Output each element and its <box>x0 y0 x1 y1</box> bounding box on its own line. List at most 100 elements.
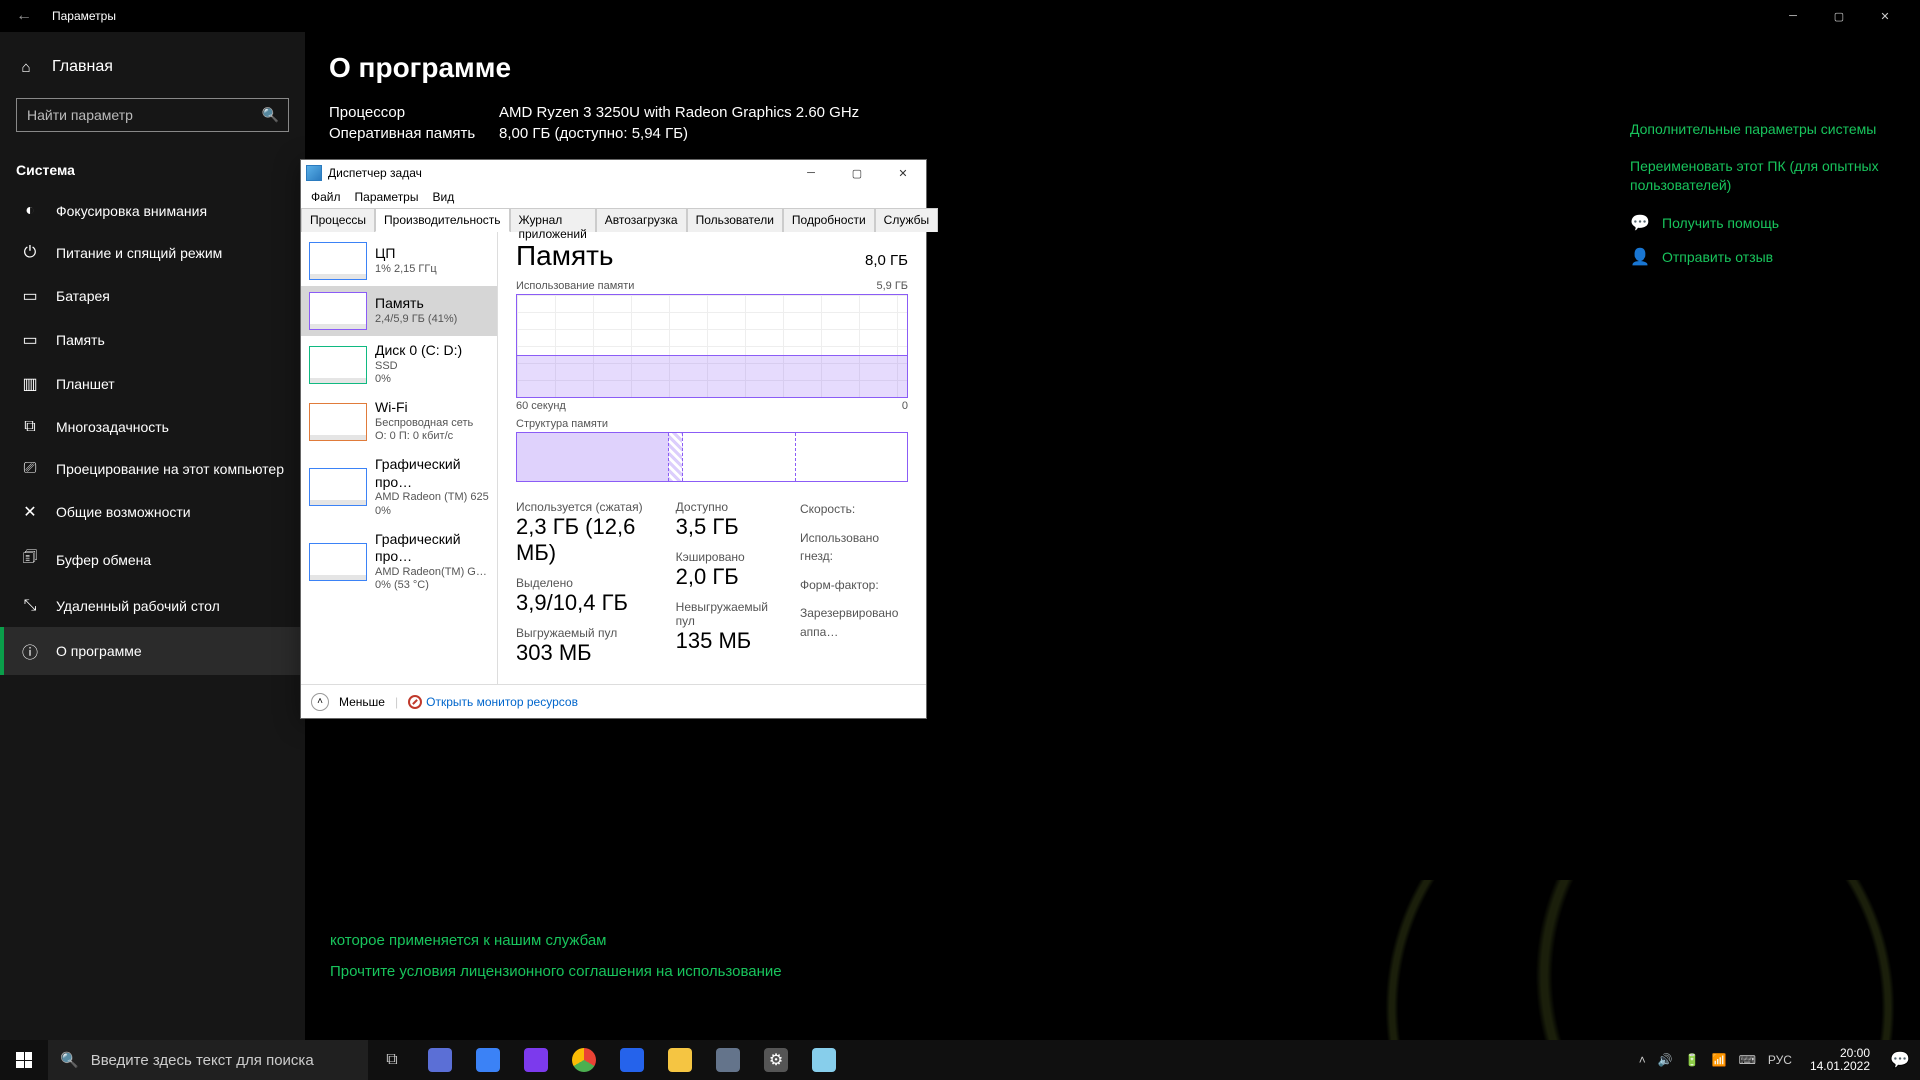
start-button[interactable] <box>0 1040 48 1080</box>
sidebar-item-3[interactable]: ▭Память <box>0 318 305 362</box>
tray-battery-icon[interactable]: 🔋 <box>1685 1053 1700 1067</box>
sidebar-home[interactable]: ⌂ Главная <box>0 48 305 86</box>
license-line-2[interactable]: Прочтите условия лицензионного соглашени… <box>330 963 782 980</box>
sidebar-icon: ⤡ <box>20 597 40 615</box>
sidebar-icon: 🗊 <box>20 546 40 573</box>
link-rename-pc[interactable]: Переименовать этот ПК (для опытных польз… <box>1630 157 1880 195</box>
mini-graph-icon <box>309 242 367 280</box>
sidebar-item-label: Питание и спящий режим <box>56 245 222 261</box>
tm-resource-disk-2[interactable]: Диск 0 (C: D:)SSD0% <box>301 336 497 393</box>
tm-tab-4[interactable]: Пользователи <box>687 208 783 232</box>
sidebar-item-label: Многозадачность <box>56 419 169 435</box>
tm-tab-5[interactable]: Подробности <box>783 208 875 232</box>
stat-reserved-label: Зарезервировано аппа… <box>800 604 908 641</box>
resource-name: Графический про… <box>375 456 489 491</box>
taskbar-app-chrome[interactable] <box>560 1040 608 1080</box>
tm-resource-mem-1[interactable]: Память2,4/5,9 ГБ (41%) <box>301 286 497 336</box>
tm-minimize-button[interactable]: ─ <box>788 160 834 186</box>
tray-language[interactable]: РУС <box>1768 1053 1792 1067</box>
mini-graph-icon <box>309 403 367 441</box>
minimize-button[interactable]: ─ <box>1770 0 1816 32</box>
tm-menu-options[interactable]: Параметры <box>355 190 419 204</box>
tm-collapse-button[interactable]: ˄ <box>311 693 329 711</box>
task-manager-window: Диспетчер задач ─ ▢ ✕ Файл Параметры Вид… <box>300 159 927 719</box>
tm-menu-view[interactable]: Вид <box>432 190 454 204</box>
stat-form-label: Форм-фактор: <box>800 576 908 595</box>
sidebar-item-8[interactable]: 🗊Буфер обмена <box>0 534 305 585</box>
sidebar-item-1[interactable]: ⏻Питание и спящий режим <box>0 232 305 274</box>
license-line-1[interactable]: которое применяется к нашим службам <box>330 932 782 949</box>
taskbar-app-taskmgr[interactable] <box>704 1040 752 1080</box>
sidebar-item-6[interactable]: ⎚Проецирование на этот компьютер <box>0 448 305 490</box>
taskbar-app-explorer[interactable] <box>656 1040 704 1080</box>
tm-tab-3[interactable]: Автозагрузка <box>596 208 687 232</box>
tm-resource-gpu-5[interactable]: Графический про…AMD Radeon(TM) Grap…0% (… <box>301 525 497 600</box>
sidebar-icon: ⧉ <box>20 418 40 436</box>
tm-resource-gpu-4[interactable]: Графический про…AMD Radeon (TM) 6250% <box>301 450 497 525</box>
taskbar-app-photos[interactable] <box>800 1040 848 1080</box>
stat-inuse-label: Используется (сжатая) <box>516 500 644 514</box>
sidebar-category: Система <box>0 150 305 190</box>
tm-open-resmon[interactable]: Открыть монитор ресурсов <box>408 695 578 709</box>
tray-network-icon[interactable]: 📶 <box>1712 1053 1727 1067</box>
stat-cached-value: 2,0 ГБ <box>676 564 768 590</box>
stat-speed-label: Скорость: <box>800 500 908 519</box>
home-icon: ⌂ <box>16 59 36 76</box>
back-button[interactable]: ← <box>12 4 36 28</box>
sidebar-item-9[interactable]: ⤡Удаленный рабочий стол <box>0 585 305 627</box>
action-center-button[interactable]: 💬 <box>1880 1050 1920 1070</box>
taskbar-app-store[interactable] <box>608 1040 656 1080</box>
tm-tab-6[interactable]: Службы <box>875 208 938 232</box>
sidebar-item-5[interactable]: ⧉ Многозадачность <box>0 406 305 448</box>
mini-graph-icon <box>309 468 367 506</box>
mem-axis-right: 0 <box>902 400 908 412</box>
clock-date: 14.01.2022 <box>1810 1060 1870 1073</box>
sidebar-item-10[interactable]: ⓘО программе <box>0 627 305 675</box>
settings-title: Параметры <box>52 9 116 23</box>
tm-resource-wifi-3[interactable]: Wi-FiБеспроводная сетьО: 0 П: 0 кбит/с <box>301 393 497 450</box>
tm-tab-0[interactable]: Процессы <box>301 208 375 232</box>
tm-tab-2[interactable]: Журнал приложений <box>510 208 596 232</box>
search-input[interactable] <box>16 98 289 132</box>
taskbar-search-placeholder: Введите здесь текст для поиска <box>91 1052 314 1069</box>
settings-window: ← Параметры ─ ▢ ✕ ⌂ Главная 🔍 Система ◐Ф… <box>0 0 1920 1080</box>
tm-tab-1[interactable]: Производительность <box>375 208 509 232</box>
tray-volume-icon[interactable]: 🔊 <box>1658 1053 1673 1067</box>
maximize-button[interactable]: ▢ <box>1816 0 1862 32</box>
tm-menu-file[interactable]: Файл <box>311 190 341 204</box>
tm-less-label[interactable]: Меньше <box>339 695 385 709</box>
spec-cpu-label: Процессор <box>329 104 499 121</box>
tm-resource-cpu-0[interactable]: ЦП1% 2,15 ГГц <box>301 236 497 286</box>
taskbar-app-3[interactable] <box>512 1040 560 1080</box>
taskbar-search[interactable]: 🔍 Введите здесь текст для поиска <box>48 1040 368 1080</box>
tm-maximize-button[interactable]: ▢ <box>834 160 880 186</box>
taskbar-clock[interactable]: 20:00 14.01.2022 <box>1800 1047 1880 1073</box>
tm-detail-title: Память <box>516 240 614 272</box>
link-feedback[interactable]: 👤 Отправить отзыв <box>1630 247 1880 267</box>
link-advanced-settings[interactable]: Дополнительные параметры системы <box>1630 120 1880 139</box>
link-get-help[interactable]: 💬 Получить помощь <box>1630 213 1880 233</box>
taskbar-app-1[interactable] <box>416 1040 464 1080</box>
bottom-license-links: которое применяется к нашим службам Проч… <box>330 932 782 980</box>
sidebar-item-7[interactable]: ✕Общие возможности <box>0 490 305 534</box>
stat-cached-label: Кэшировано <box>676 550 768 564</box>
stat-paged-label: Выгружаемый пул <box>516 626 644 640</box>
sidebar-item-2[interactable]: ▭Батарея <box>0 274 305 318</box>
tm-tabs: ПроцессыПроизводительностьЖурнал приложе… <box>301 208 926 232</box>
stat-commit-label: Выделено <box>516 576 644 590</box>
sidebar-item-label: Проецирование на этот компьютер <box>56 461 284 477</box>
close-button[interactable]: ✕ <box>1862 0 1908 32</box>
sidebar-item-4[interactable]: ▥Планшет <box>0 362 305 406</box>
search-icon: 🔍 <box>60 1051 79 1069</box>
taskbar-app-2[interactable] <box>464 1040 512 1080</box>
task-view-button[interactable]: ⧉ <box>368 1040 416 1080</box>
mem-axis-left: 60 секунд <box>516 400 566 412</box>
taskbar-app-settings[interactable]: ⚙ <box>752 1040 800 1080</box>
sidebar-item-label: Общие возможности <box>56 504 191 520</box>
resource-name: Wi-Fi <box>375 399 473 417</box>
tray-chevron-icon[interactable]: ˄ <box>1639 1053 1646 1067</box>
sidebar-item-0[interactable]: ◐Фокусировка внимания <box>0 190 305 232</box>
tm-titlebar[interactable]: Диспетчер задач ─ ▢ ✕ <box>301 160 926 186</box>
tray-keyboard-icon[interactable]: ⌨ <box>1739 1053 1756 1067</box>
tm-close-button[interactable]: ✕ <box>880 160 926 186</box>
